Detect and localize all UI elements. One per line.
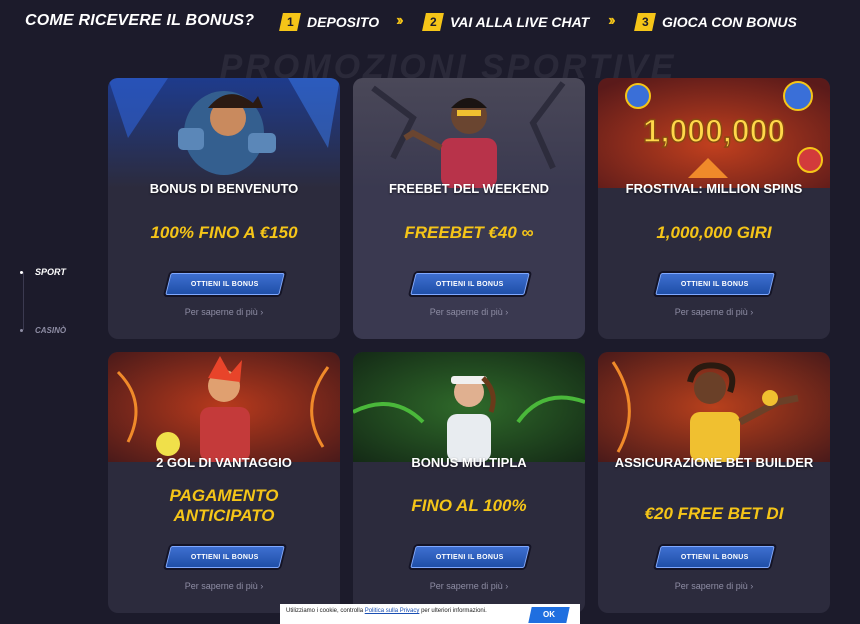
learn-more-link[interactable]: Per saperne di più › (598, 581, 830, 591)
card-offer: PAGAMENTO ANTICIPATO (169, 486, 279, 525)
promo-card-2-gol: 2 GOL DI VANTAGGIO PAGAMENTO ANTICIPATO … (108, 352, 340, 613)
card-offer: FINO AL 100% (411, 496, 527, 515)
card-title: BONUS DI BENVENUTO (149, 181, 299, 196)
card-title: ASSICURAZIONE BET BUILDER (614, 455, 814, 470)
card-title: FREEBET DEL WEEKEND (388, 181, 550, 196)
cookie-ok-button[interactable]: OK (528, 607, 570, 623)
get-bonus-button[interactable]: OTTIENI IL BONUS (655, 546, 775, 568)
football-player-illustration (108, 352, 340, 462)
get-bonus-button[interactable]: OTTIENI IL BONUS (410, 273, 530, 295)
million-spins-illustration: 1,000,000 (598, 78, 830, 188)
hockey-player-illustration (108, 78, 340, 188)
step-label: VAI ALLA LIVE CHAT (450, 14, 590, 30)
basketball-player-illustration (598, 352, 830, 462)
learn-more-link[interactable]: Per saperne di più › (108, 581, 340, 591)
cookie-banner: Utilizziamo i cookie, controlla Politica… (280, 604, 580, 624)
card-offer: €20 FREE BET DI (644, 504, 784, 523)
category-nav: SPORT CASINÒ (20, 262, 100, 342)
nav-divider (23, 272, 24, 330)
cookie-text: Utilizziamo i cookie, controlla Politica… (286, 608, 487, 614)
step-number-badge: 1 (279, 13, 301, 31)
card-offer: 100% FINO A €150 (150, 223, 298, 242)
learn-more-link[interactable]: Per saperne di più › (108, 307, 340, 317)
dot-icon (20, 329, 23, 332)
get-bonus-button[interactable]: OTTIENI IL BONUS (165, 546, 285, 568)
chevron-right-icon: ›› (396, 12, 403, 29)
step-label: GIOCA CON BONUS (662, 14, 797, 30)
step-number-badge: 3 (634, 13, 656, 31)
nav-item-casino[interactable]: CASINÒ (20, 326, 66, 335)
promo-card-freebet-weekend: FREEBET DEL WEEKEND FREEBET €40 ∞ OTTIEN… (353, 78, 585, 339)
chevron-right-icon: ›› (608, 12, 615, 29)
nav-item-label: CASINÒ (35, 326, 67, 335)
learn-more-link[interactable]: Per saperne di più › (598, 307, 830, 317)
bonus-steps-bar: COME RICEVERE IL BONUS? 1 DEPOSITO ›› 2 … (0, 0, 860, 46)
learn-more-link[interactable]: Per saperne di più › (353, 307, 585, 317)
get-bonus-button[interactable]: OTTIENI IL BONUS (410, 546, 530, 568)
promo-card-frostival: 1,000,000 FROSTIVAL: MILLION SPINS 1,000… (598, 78, 830, 339)
step-live-chat: 2 VAI ALLA LIVE CHAT (422, 13, 590, 31)
card-offer: FREEBET €40 ∞ (404, 223, 534, 242)
nav-item-label: SPORT (35, 267, 66, 277)
card-title: 2 GOL DI VANTAGGIO (156, 455, 292, 470)
card-offer: 1,000,000 GIRI (656, 223, 772, 242)
tennis-player-illustration (353, 352, 585, 462)
privacy-policy-link[interactable]: Politica sulla Privacy (365, 608, 420, 614)
steps-title: COME RICEVERE IL BONUS? (25, 12, 255, 29)
learn-more-link[interactable]: Per saperne di più › (353, 581, 585, 591)
promo-card-bonus-multipla: BONUS MULTIPLA FINO AL 100% OTTIENI IL B… (353, 352, 585, 613)
nav-item-sport[interactable]: SPORT (20, 267, 66, 277)
card-title: FROSTIVAL: MILLION SPINS (625, 181, 803, 196)
step-deposito: 1 DEPOSITO (279, 13, 380, 31)
get-bonus-button[interactable]: OTTIENI IL BONUS (165, 273, 285, 295)
get-bonus-button[interactable]: OTTIENI IL BONUS (655, 273, 775, 295)
card-title: BONUS MULTIPLA (411, 455, 527, 470)
promo-card-bet-builder: ASSICURAZIONE BET BUILDER €20 FREE BET D… (598, 352, 830, 613)
art-headline: 1,000,000 (643, 113, 785, 149)
step-label: DEPOSITO (307, 14, 380, 30)
step-gioca: 3 GIOCA CON BONUS (634, 13, 797, 31)
step-number-badge: 2 (422, 13, 444, 31)
active-dot-icon (20, 270, 23, 274)
player-pointing-illustration (353, 78, 585, 188)
promo-card-benvenuto: BONUS DI BENVENUTO 100% FINO A €150 OTTI… (108, 78, 340, 339)
